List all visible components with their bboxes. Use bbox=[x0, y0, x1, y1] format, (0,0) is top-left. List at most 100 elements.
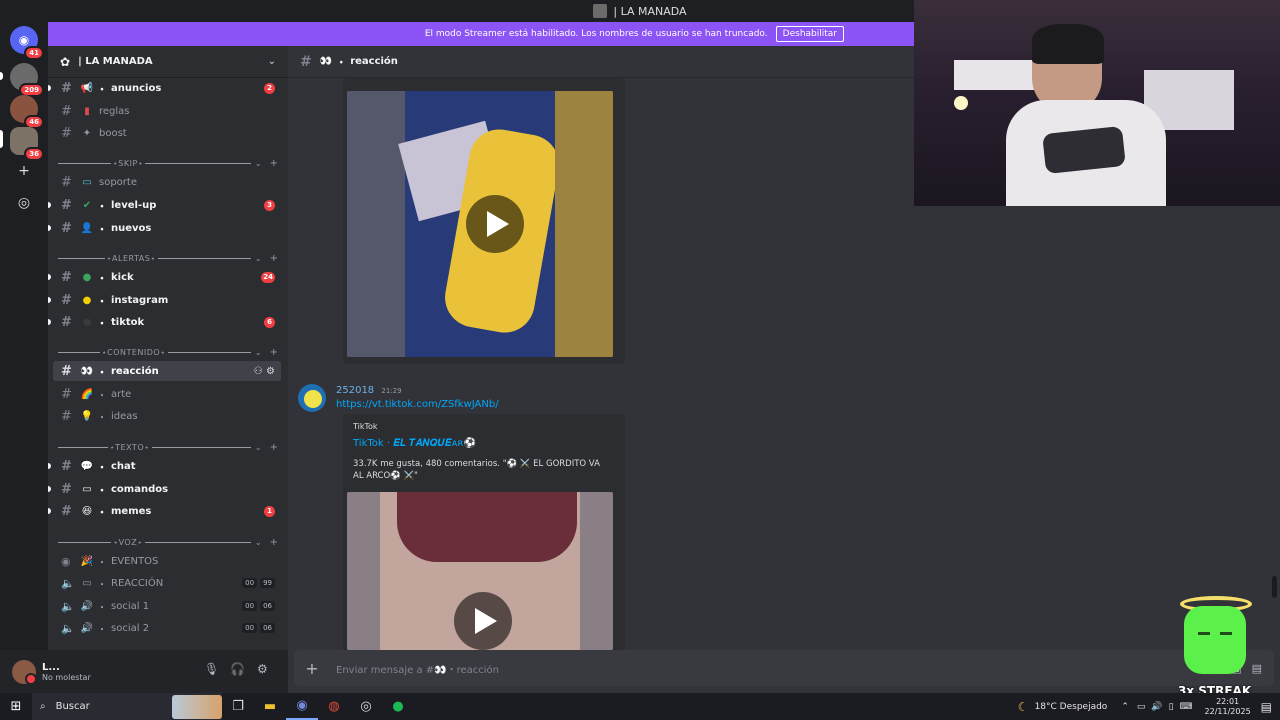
obs-icon[interactable]: ◎ bbox=[350, 693, 382, 720]
yellow-circle-icon: ● bbox=[82, 294, 92, 306]
task-view-icon[interactable]: ❐ bbox=[222, 693, 254, 720]
avatar[interactable] bbox=[12, 659, 37, 685]
message-input[interactable]: Enviar mensaje a #👀・reacción bbox=[336, 661, 499, 676]
message-author[interactable]: 252018 bbox=[336, 385, 374, 396]
channel-memes[interactable]: # 😆 ・ memes 1 bbox=[48, 501, 281, 521]
invite-icon[interactable]: ⚇ bbox=[254, 366, 263, 377]
category-skip[interactable]: ⋆SKIP⋆ ⌄ + bbox=[58, 157, 278, 169]
channel-label: ideas bbox=[111, 410, 138, 422]
user-limit: 00 06 bbox=[242, 623, 275, 633]
keyboard-icon[interactable]: ⌨ bbox=[1180, 702, 1193, 712]
windows-start-icon[interactable]: ⊞ bbox=[0, 699, 32, 714]
voice-channel-reaccion[interactable]: 🔈 ▭ ・ REACCIÓN 00 99 bbox=[53, 573, 281, 593]
channel-instagram[interactable]: # ● ・ instagram bbox=[48, 290, 281, 310]
voice-channel-social-1[interactable]: 🔈 🔊 ・ social 1 00 06 bbox=[53, 596, 281, 616]
category-label: ⋆CONTENIDO⋆ bbox=[101, 347, 166, 357]
channel-tiktok[interactable]: # ● ・ tiktok 6 bbox=[48, 312, 281, 332]
channel-reaccion[interactable]: # 👀 ・ reacción ⚇ ⚙ bbox=[53, 361, 281, 381]
channel-eventos[interactable]: ◉ 🎉 ・ EVENTOS bbox=[53, 551, 281, 571]
gear-icon[interactable]: ⚙ bbox=[257, 662, 268, 676]
video-player[interactable] bbox=[347, 91, 613, 357]
volume-icon[interactable]: 🔊 bbox=[1151, 702, 1162, 712]
category-label: ⋆SKIP⋆ bbox=[112, 158, 144, 168]
add-channel-icon[interactable]: + bbox=[270, 158, 278, 169]
user-limit: 00 99 bbox=[242, 578, 275, 588]
channel-boost[interactable]: # ✦ boost bbox=[53, 123, 281, 143]
unread-pip bbox=[48, 274, 51, 280]
window-title: | LA MANADA bbox=[613, 4, 687, 18]
category-contenido[interactable]: ⋆CONTENIDO⋆ ⌄ + bbox=[58, 346, 278, 358]
speech-bubble-icon: 💬 bbox=[80, 460, 94, 472]
embed-title[interactable]: TikTok · 𝑬𝑳 𝑻𝑨𝑵𝑸𝑼𝑬ᴀʀ⚽ bbox=[353, 438, 476, 449]
channel-ideas[interactable]: # 💡 ・ ideas bbox=[53, 406, 281, 426]
channel-nuevos[interactable]: # 👤 ・ nuevos bbox=[48, 218, 281, 238]
laptop-icon: ▭ bbox=[82, 483, 92, 495]
chrome-icon[interactable]: ◍ bbox=[318, 693, 350, 720]
channel-anuncios[interactable]: # 📢 ・ anuncios 2 bbox=[48, 78, 281, 98]
disable-streamer-mode-button[interactable]: Deshabilitar bbox=[775, 26, 844, 42]
chevron-up-icon[interactable]: ⌃ bbox=[1121, 702, 1129, 712]
category-label: ⋆TEXTO⋆ bbox=[109, 442, 150, 452]
windows-taskbar: ⊞ ⌕ Buscar ❐ ▬ ◉ ◍ ◎ ● ☾ 18°C Despejado … bbox=[0, 693, 1280, 720]
add-attachment-icon[interactable]: + bbox=[294, 659, 330, 678]
user-info[interactable]: L... No molestar bbox=[42, 662, 91, 682]
scrollbar[interactable] bbox=[1272, 576, 1277, 598]
taskbar-search[interactable]: ⌕ Buscar bbox=[32, 693, 222, 720]
add-channel-icon[interactable]: + bbox=[270, 347, 278, 358]
server-badge-icon: ✿ bbox=[60, 54, 71, 69]
add-server-icon[interactable]: + bbox=[14, 161, 34, 181]
hash-icon: # bbox=[61, 174, 72, 190]
channel-comandos[interactable]: # ▭ ・ comandos bbox=[48, 479, 281, 499]
file-explorer-icon[interactable]: ▬ bbox=[254, 693, 286, 720]
category-texto[interactable]: ⋆TEXTO⋆ ⌄ + bbox=[58, 441, 278, 453]
avatar[interactable] bbox=[298, 384, 326, 412]
server-icon[interactable]: 209 bbox=[10, 63, 44, 97]
video-player[interactable] bbox=[347, 492, 613, 650]
hash-icon: # bbox=[61, 503, 72, 519]
chevron-down-icon: ⌄ bbox=[254, 158, 262, 168]
spotify-icon[interactable]: ● bbox=[382, 693, 414, 720]
category-voz[interactable]: ⋆VOZ⋆ ⌄ + bbox=[58, 536, 278, 548]
hash-icon: # bbox=[61, 80, 72, 96]
notifications-icon[interactable]: ▤ bbox=[1261, 700, 1272, 714]
unread-pip bbox=[48, 225, 51, 231]
add-channel-icon[interactable]: + bbox=[270, 442, 278, 453]
discord-taskbar-icon[interactable]: ◉ bbox=[286, 693, 318, 720]
weather-widget[interactable]: ☾ 18°C Despejado bbox=[1018, 700, 1108, 714]
user-limit: 00 06 bbox=[242, 601, 275, 611]
channel-label: social 2 bbox=[111, 622, 150, 634]
play-icon[interactable] bbox=[466, 195, 524, 253]
unread-pip bbox=[48, 508, 51, 514]
add-channel-icon[interactable]: + bbox=[270, 537, 278, 548]
channel-level-up[interactable]: # ✔ ・ level-up 3 bbox=[48, 195, 281, 215]
wolf-icon: ✦ bbox=[82, 127, 92, 139]
chevron-down-icon: ⌄ bbox=[254, 253, 262, 263]
embed-provider[interactable]: TikTok bbox=[353, 422, 378, 431]
play-icon[interactable] bbox=[454, 592, 512, 650]
message-link[interactable]: https://vt.tiktok.com/ZSfkwJANb/ bbox=[336, 399, 499, 410]
network-icon[interactable]: ▭ bbox=[1137, 702, 1146, 712]
taskbar-clock[interactable]: 22:01 22/11/2025 bbox=[1205, 697, 1251, 717]
channel-soporte[interactable]: # ▭ soporte bbox=[53, 172, 281, 192]
gear-icon[interactable]: ⚙ bbox=[266, 366, 275, 377]
explore-compass-icon[interactable]: ◎ bbox=[14, 193, 34, 213]
voice-channel-social-2[interactable]: 🔈 🔊 ・ social 2 00 06 bbox=[53, 618, 281, 638]
channel-reglas[interactable]: # ▮ reglas bbox=[53, 101, 281, 121]
server-icon-la-manada[interactable]: 36 bbox=[10, 127, 44, 161]
channel-label: reglas bbox=[99, 105, 130, 117]
microphone-icon[interactable]: 🎙 bbox=[204, 662, 219, 676]
battery-icon[interactable]: ▯ bbox=[1169, 702, 1174, 712]
channel-header: # 👀 ・ reacción bbox=[288, 46, 914, 78]
channel-arte[interactable]: # 🌈 ・ arte bbox=[53, 384, 281, 404]
channel-chat[interactable]: # 💬 ・ chat bbox=[48, 456, 281, 476]
video-embed bbox=[343, 78, 625, 364]
server-header[interactable]: ✿ | LA MANADA ⌄ bbox=[48, 46, 288, 78]
add-channel-icon[interactable]: + bbox=[270, 253, 278, 264]
category-alertas[interactable]: ⋆ALERTAS⋆ ⌄ + bbox=[58, 252, 278, 264]
server-name: | LA MANADA bbox=[78, 56, 153, 67]
channel-kick[interactable]: # ● ・ kick 24 bbox=[48, 267, 281, 287]
message-composer[interactable]: + Enviar mensaje a #👀・reacción 🎁 ▣ ▤ bbox=[294, 650, 1274, 686]
server-icon[interactable]: 46 bbox=[10, 95, 44, 129]
direct-messages-button[interactable]: ◉ 41 bbox=[10, 26, 44, 60]
headphones-icon[interactable]: 🎧 bbox=[230, 662, 245, 676]
